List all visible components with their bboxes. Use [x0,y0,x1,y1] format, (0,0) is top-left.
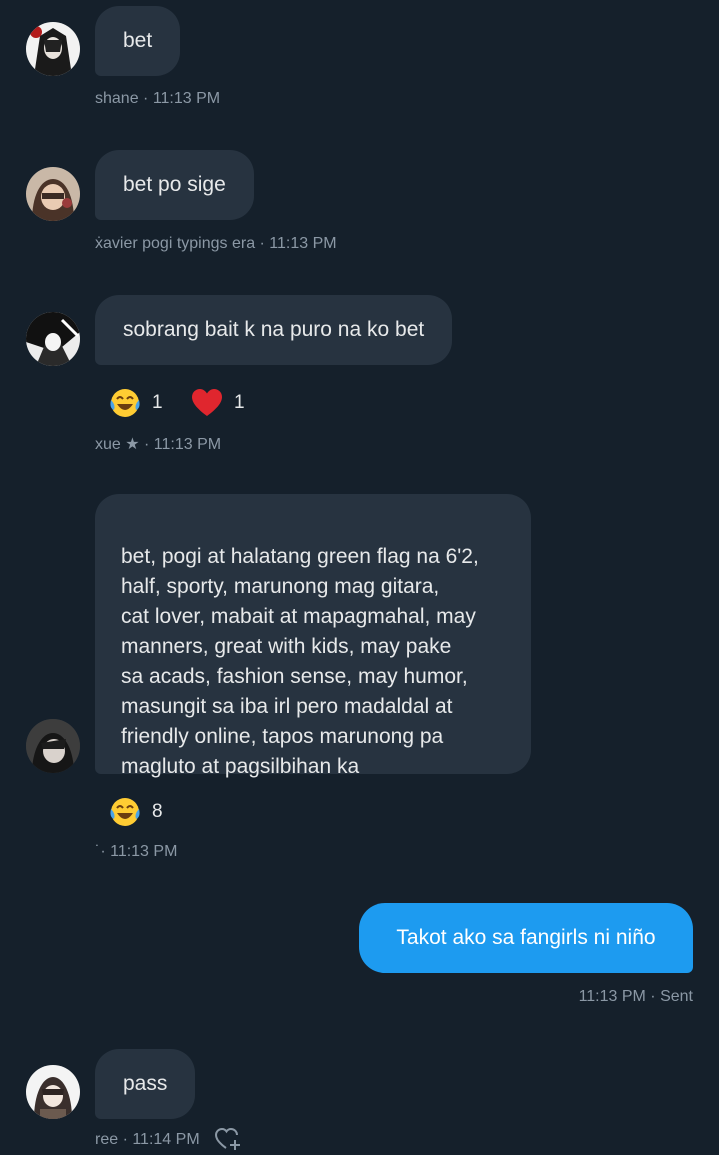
message-meta: ˙· 11:13 PM [95,843,178,860]
avatar-user[interactable] [26,719,80,773]
reaction-count: 1 [152,392,163,413]
avatar-ree[interactable] [26,1065,80,1119]
message-bubble[interactable]: sobrang bait k na puro na ko bet [95,295,453,365]
message-meta: ree · 11:14 PM [95,1131,200,1148]
message-meta: shane · 11:13 PM [95,90,221,107]
message-text: sobrang bait k na puro na ko bet [123,318,425,341]
add-reaction-icon[interactable] [214,1126,242,1152]
message-bubble[interactable]: pass [95,1049,196,1119]
reaction-heart[interactable]: 1 [190,386,245,420]
message-text: bet [123,29,153,52]
face-with-tears-of-joy-icon [110,798,140,826]
message-text: Takot ako sa fangirls ni niño [396,926,656,949]
avatar-xavier[interactable] [26,167,80,221]
reaction-count: 1 [234,392,245,413]
red-heart-icon [192,389,222,416]
message-meta: ẋavier pogi typings era · 11:13 PM [95,235,337,252]
message-meta: xue ★ · 11:13 PM [95,436,222,453]
reaction-laugh[interactable]: 8 [108,795,163,829]
message-bubble[interactable]: bet [95,6,181,76]
reaction-count: 8 [152,801,163,822]
outgoing-message-bubble[interactable]: Takot ako sa fangirls ni niño [359,903,693,973]
message-text: bet po sige [123,173,226,196]
avatar-xue[interactable] [26,312,80,366]
message-meta: 11:13 PM · Sent [578,988,693,1005]
message-text: bet, pogi at halatang green flag na 6'2,… [121,545,479,778]
message-bubble[interactable]: bet po sige [95,150,254,220]
message-text: pass [123,1072,168,1095]
avatar-shane[interactable] [26,22,80,76]
message-bubble[interactable]: bet, pogi at halatang green flag na 6'2,… [95,494,531,778]
reaction-laugh[interactable]: 1 [108,386,163,420]
face-with-tears-of-joy-icon [110,389,140,417]
